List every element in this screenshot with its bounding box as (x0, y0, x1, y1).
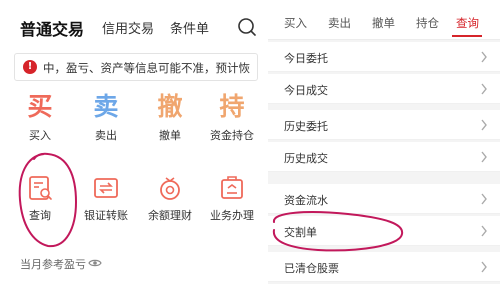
business-button[interactable]: 业务办理 (202, 172, 262, 232)
cancel-order-button[interactable]: 撤 撤单 (140, 92, 200, 152)
chevron-right-icon (481, 119, 487, 131)
search-icon[interactable] (236, 16, 258, 38)
menu-label: 资金流水 (284, 194, 328, 207)
transfer-label: 银证转账 (84, 209, 128, 222)
trade-panel: 普通交易 信用交易 条件单 ! 中，盈亏、资产等信息可能不准，预计恢 买 买入 … (0, 0, 262, 284)
eye-icon[interactable] (88, 258, 102, 268)
menu-today-orders[interactable]: 今日委托 (268, 42, 500, 72)
monthly-pnl-label: 当月参考盈亏 (20, 258, 86, 271)
query-icon (29, 176, 52, 200)
menu-label: 已清仓股票 (284, 262, 339, 275)
tab-holdings[interactable]: 持仓 (416, 15, 439, 31)
query-label: 查询 (29, 209, 51, 222)
chevron-right-icon (481, 193, 487, 205)
tab-buy[interactable]: 买入 (284, 15, 307, 31)
chevron-right-icon (481, 51, 487, 63)
query-panel: 买入 卖出 撤单 持仓 查询 今日委托 今日成交 历史委托 历史成交 资金流水 … (268, 0, 500, 284)
query-button[interactable]: 查询 (10, 172, 70, 232)
bank-transfer-button[interactable]: 银证转账 (76, 172, 136, 232)
hold-glyph: 持 (219, 92, 245, 121)
tab-normal-trade[interactable]: 普通交易 (20, 16, 84, 40)
tab-conditional-order[interactable]: 条件单 (170, 18, 209, 37)
chevron-right-icon (481, 261, 487, 273)
transfer-icon (94, 178, 118, 198)
notice-banner[interactable]: ! 中，盈亏、资产等信息可能不准，预计恢 (14, 53, 258, 81)
menu-label: 今日成交 (284, 84, 328, 97)
tab-sell[interactable]: 卖出 (328, 15, 351, 31)
menu-label: 历史成交 (284, 152, 328, 165)
trade-type-tabs: 普通交易 信用交易 条件单 (14, 18, 260, 44)
menu-history-deals[interactable]: 历史成交 (268, 142, 500, 172)
cancel-glyph: 撤 (157, 92, 183, 121)
wealth-button[interactable]: 余额理财 (140, 172, 200, 232)
business-icon (221, 176, 243, 199)
wealth-label: 余额理财 (148, 209, 192, 222)
menu-label: 今日委托 (284, 52, 328, 65)
holdings-button[interactable]: 持 资金持仓 (202, 92, 262, 152)
menu-today-deals[interactable]: 今日成交 (268, 74, 500, 104)
menu-history-orders[interactable]: 历史委托 (268, 110, 500, 140)
sell-button[interactable]: 卖 卖出 (76, 92, 136, 152)
tab-query[interactable]: 查询 (456, 15, 479, 31)
notice-text: 中，盈亏、资产等信息可能不准，预计恢 (43, 61, 250, 75)
menu-settlement-slip[interactable]: 交割单 (268, 216, 500, 246)
buy-glyph: 买 (27, 92, 53, 121)
holdings-label: 资金持仓 (210, 129, 254, 142)
sell-glyph: 卖 (93, 92, 119, 121)
sell-label: 卖出 (95, 129, 117, 142)
chevron-right-icon (481, 83, 487, 95)
chevron-right-icon (481, 151, 487, 163)
active-tab-indicator (452, 35, 482, 37)
alert-icon: ! (23, 60, 37, 74)
buy-label: 买入 (29, 129, 51, 142)
trade-action-tabs: 买入 卖出 撤单 持仓 查询 (268, 0, 500, 40)
tab-credit-trade[interactable]: 信用交易 (102, 18, 154, 37)
business-label: 业务办理 (210, 209, 254, 222)
menu-fund-flow[interactable]: 资金流水 (268, 184, 500, 214)
menu-label: 历史委托 (284, 120, 328, 133)
wealth-icon (160, 177, 180, 200)
chevron-right-icon (481, 225, 487, 237)
tab-cancel[interactable]: 撤单 (372, 15, 395, 31)
cancel-label: 撤单 (159, 129, 181, 142)
menu-label: 交割单 (284, 226, 317, 239)
buy-button[interactable]: 买 买入 (10, 92, 70, 152)
menu-cleared-stocks[interactable]: 已清仓股票 (268, 252, 500, 282)
